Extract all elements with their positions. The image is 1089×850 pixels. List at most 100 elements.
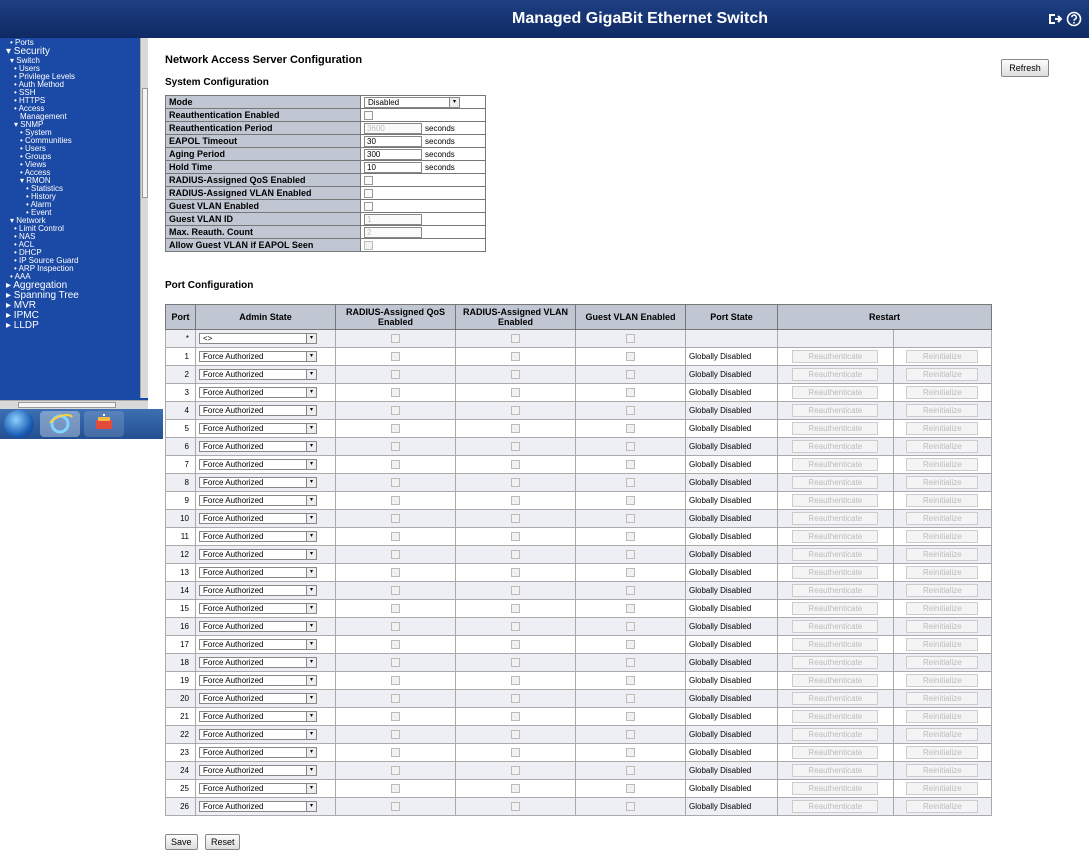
admin-state-select[interactable]: Force Authorized ▾ [199,657,317,668]
admin-state-select[interactable]: Force Authorized ▾ [199,567,317,578]
sidebar-item[interactable]: ▸ LLDP [6,321,39,331]
reauthenticate-button: Reauthenticate [792,638,879,651]
vlan-cell [455,563,576,582]
port-number: 21 [165,707,196,726]
restart-cell: Reinitialize [892,761,993,780]
qos-cell [335,329,456,348]
restart-cell: Reauthenticate [777,707,894,726]
reinitialize-button: Reinitialize [906,548,979,561]
admin-state-select[interactable]: Force Authorized ▾ [199,441,317,452]
admin-state-select[interactable]: Force Authorized ▾ [199,477,317,488]
help-icon[interactable] [1066,11,1082,27]
system-config-label: Aging Period [165,147,361,161]
admin-state-select[interactable]: Force Authorized ▾ [199,423,317,434]
vlan-cell [455,437,576,456]
restart-cell: Reauthenticate [777,527,894,546]
admin-state-select[interactable]: Force Authorized ▾ [199,729,317,740]
admin-state-select[interactable]: Force Authorized ▾ [199,531,317,542]
admin-state-select[interactable]: Force Authorized ▾ [199,495,317,506]
admin-state-value: <> [203,334,213,343]
admin-state-select[interactable]: Force Authorized ▾ [199,513,317,524]
admin-state-select[interactable]: Force Authorized ▾ [199,351,317,362]
windows-start-icon[interactable] [4,410,34,438]
port-state-cell: Globally Disabled [685,635,778,654]
admin-state-select[interactable]: Force Authorized ▾ [199,549,317,560]
guest-vlan-cell [575,725,686,744]
admin-state-select[interactable]: Force Authorized ▾ [199,621,317,632]
sidebar-horizontal-scrollbar[interactable] [0,400,148,409]
port-state-cell: Globally Disabled [685,617,778,636]
system-config-input[interactable] [364,148,422,160]
mode-select[interactable]: Disabled ▾ [364,96,460,108]
system-config-input[interactable] [364,135,422,147]
chevron-down-icon: ▾ [306,424,316,433]
guest-vlan-cell [575,653,686,672]
port-checkbox [626,424,635,434]
system-config-input[interactable] [364,161,422,173]
table-row: 20 Force Authorized ▾ Globally Disabled Reau… [165,689,993,708]
table-row: 14 Force Authorized ▾ Globally Disabled Reau… [165,581,993,600]
qos-cell [335,653,456,672]
reset-button[interactable]: Reset [204,834,241,850]
admin-state-cell: Force Authorized ▾ [195,779,336,798]
guest-vlan-cell [575,671,686,690]
admin-state-select[interactable]: Force Authorized ▾ [199,711,317,722]
admin-state-select[interactable]: Force Authorized ▾ [199,585,317,596]
restart-cell: Reauthenticate [777,725,894,744]
admin-state-select[interactable]: Force Authorized ▾ [199,405,317,416]
admin-state-cell: Force Authorized ▾ [195,491,336,510]
port-number: * [165,329,196,348]
system-config-row: Guest VLAN ID [165,212,486,226]
port-checkbox [511,766,520,776]
admin-state-value: Force Authorized [203,568,264,577]
admin-state-select[interactable]: <> ▾ [199,333,317,344]
admin-state-cell: Force Authorized ▾ [195,419,336,438]
system-config-checkbox[interactable] [364,176,373,186]
system-config-row: EAPOL Timeout seconds [165,134,486,148]
admin-state-select[interactable]: Force Authorized ▾ [199,459,317,470]
scrollbar-thumb[interactable] [142,88,148,198]
admin-state-cell: Force Authorized ▾ [195,797,336,816]
admin-state-select[interactable]: Force Authorized ▾ [199,369,317,380]
port-checkbox [391,334,400,344]
port-number: 24 [165,761,196,780]
scrollbar-thumb[interactable] [18,402,116,408]
system-config-checkbox[interactable] [364,111,373,121]
reinitialize-button: Reinitialize [906,440,979,453]
vlan-cell [455,743,576,762]
system-config-value: seconds [360,160,486,174]
mode-select-value: Disabled [368,97,400,107]
internet-explorer-icon[interactable] [40,411,80,437]
system-config-checkbox[interactable] [364,189,373,199]
sidebar-vertical-scrollbar[interactable] [140,38,148,398]
port-checkbox [626,334,635,344]
logout-icon[interactable] [1047,11,1063,27]
port-checkbox [391,802,400,812]
admin-state-value: Force Authorized [203,676,264,685]
reauthenticate-button: Reauthenticate [792,566,879,579]
admin-state-select[interactable]: Force Authorized ▾ [199,603,317,614]
port-checkbox [511,478,520,488]
admin-state-cell: Force Authorized ▾ [195,509,336,528]
admin-state-select[interactable]: Force Authorized ▾ [199,801,317,812]
admin-state-select[interactable]: Force Authorized ▾ [199,693,317,704]
guest-vlan-cell [575,329,686,348]
restart-cell: Reauthenticate [777,491,894,510]
admin-state-select[interactable]: Force Authorized ▾ [199,675,317,686]
admin-state-select[interactable]: Force Authorized ▾ [199,747,317,758]
network-app-icon[interactable] [84,411,124,437]
restart-cell: Reauthenticate [777,617,894,636]
refresh-button[interactable]: Refresh [1001,59,1049,77]
save-button[interactable]: Save [165,834,198,850]
admin-state-select[interactable]: Force Authorized ▾ [199,387,317,398]
admin-state-select[interactable]: Force Authorized ▾ [199,639,317,650]
port-checkbox [391,748,400,758]
chevron-down-icon: ▾ [306,586,316,595]
page-scrollbar[interactable] [1083,38,1089,847]
admin-state-select[interactable]: Force Authorized ▾ [199,765,317,776]
port-checkbox [511,622,520,632]
admin-state-select[interactable]: Force Authorized ▾ [199,783,317,794]
port-number: 11 [165,527,196,546]
system-config-value [360,186,486,200]
system-config-checkbox[interactable] [364,202,373,212]
